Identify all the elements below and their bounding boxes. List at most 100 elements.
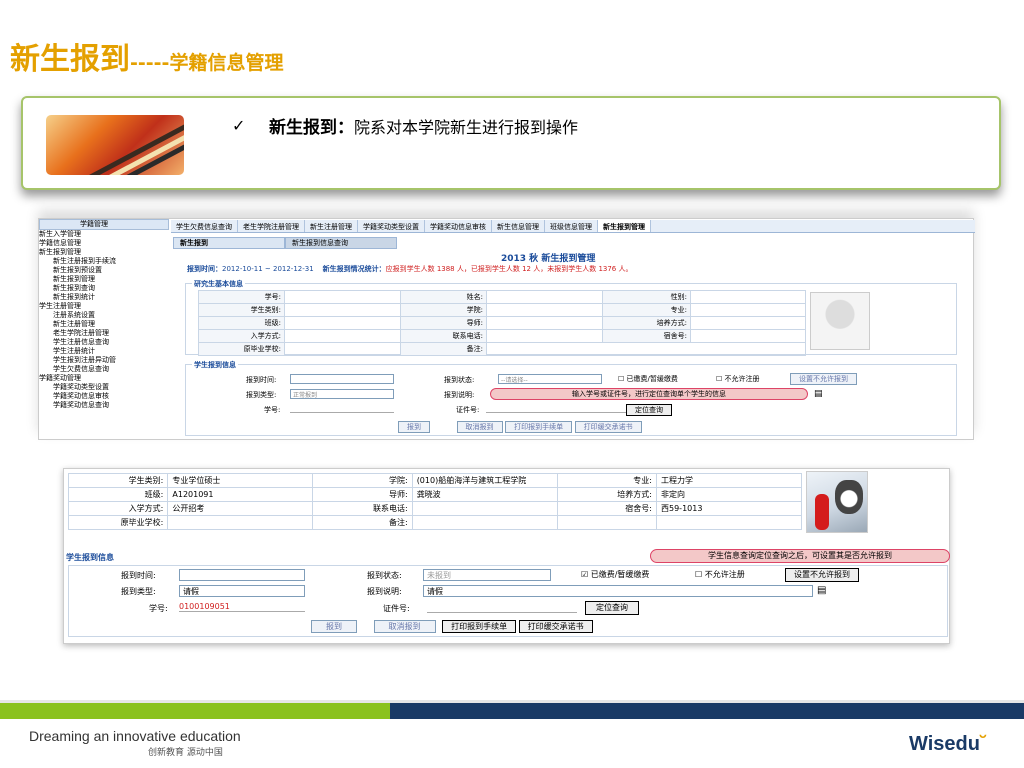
label-class: 班级: — [198, 316, 285, 330]
detail-set-disallow-button[interactable]: 设置不允许报到 — [785, 568, 859, 582]
detail-reg-status-label: 报到状态: — [367, 571, 402, 580]
reg-status-select[interactable]: --请选择-- — [498, 374, 602, 384]
reg-note-label: 报到说明: — [444, 391, 475, 399]
basic-info-table: 学号: 姓名: 性别: 学生类别: 学院: 专业: 班级: 导师: 培养方式: 入学方式: 联… — [198, 290, 806, 356]
nav-tree-item[interactable]: 新生报到管理 — [39, 275, 169, 284]
slide-title: 新生报到-----学籍信息管理 — [10, 34, 283, 78]
label-category: 学生类别: — [198, 303, 285, 317]
paid-checkbox[interactable]: ☐ 已缴费/暂缓缴费 — [618, 374, 678, 384]
nav-tree-items: 新生入学管理 学籍信息管理 新生报到管理 新生注册报到手续流 新生报到预设置 新生报到管理… — [39, 230, 169, 410]
detail-reg-status-select[interactable]: 未报到 — [423, 569, 551, 581]
subtab-query[interactable]: 新生报到信息查询 — [285, 237, 397, 249]
label-training: 培养方式: — [602, 316, 691, 330]
value-cell — [486, 303, 603, 317]
nav-tree-item[interactable]: 新生入学管理 — [39, 230, 169, 239]
cert-input[interactable] — [486, 412, 626, 413]
subtab-register[interactable]: 新生报到 — [173, 237, 285, 249]
nav-tree-item[interactable]: 学籍奖动类型设置 — [39, 383, 169, 392]
nav-tree-item[interactable]: 新生报到统计 — [39, 293, 169, 302]
value-cell — [486, 316, 603, 330]
detail-disallow-checkbox[interactable]: ☐ 不允许注册 — [695, 569, 745, 580]
nav-tree-item[interactable]: 新生注册报到手续流 — [39, 257, 169, 266]
reg-time-input[interactable] — [290, 374, 394, 384]
sid-label: 学号: — [264, 406, 281, 414]
tab-bar: 学生欠费信息查询 老生学院注册管理 新生注册管理 学籍奖动类型设置 学籍奖动信息审核 新生… — [171, 220, 975, 233]
nav-tree-item[interactable]: 学籍奖动管理 — [39, 374, 169, 383]
print-form-button[interactable]: 打印报到手续单 — [505, 421, 573, 433]
detail-reg-time-label: 报到时间: — [121, 571, 156, 580]
nav-tree-item[interactable]: 学籍信息管理 — [39, 239, 169, 248]
footer-slogan-cn: 创新教育 源动中国 — [148, 748, 223, 758]
footer-slogan: Dreaming an innovative education — [29, 728, 241, 744]
detail-cert-input[interactable] — [427, 612, 577, 613]
checkmark-icon: ✓ — [232, 116, 246, 135]
nav-tree-item[interactable]: 学生注册信息查询 — [39, 338, 169, 347]
reg-type-select[interactable]: 正常报到 — [290, 389, 394, 399]
detail-register-button[interactable]: 报到 — [311, 620, 357, 633]
period-value: 2012-10-11 ~ 2012-12-31 — [222, 265, 314, 273]
cancel-register-button[interactable]: 取消报到 — [456, 421, 503, 433]
nav-tree-item[interactable]: 学籍奖动信息查询 — [39, 401, 169, 410]
tab-item[interactable]: 新生注册管理 — [305, 220, 358, 232]
detail-label: 班级: — [67, 487, 169, 502]
nav-tree-item[interactable]: 新生报到查询 — [39, 284, 169, 293]
detail-locate-button[interactable]: 定位查询 — [585, 601, 639, 615]
detail-paid-checkbox[interactable]: ☑ 已缴费/暂缓缴费 — [581, 569, 649, 580]
tab-item[interactable]: 新生报到管理 — [598, 220, 651, 232]
label-sid: 学号: — [198, 290, 285, 304]
detail-reg-note-label: 报到说明: — [367, 587, 402, 596]
detail-paid-label: 已缴费/暂缓缴费 — [590, 570, 650, 579]
screenshot-registration-page: 学籍管理 新生入学管理 学籍信息管理 新生报到管理 新生注册报到手续流 新生报到预设置新… — [38, 218, 975, 440]
nav-tree-item[interactable]: 学生注册统计 — [39, 347, 169, 356]
nav-tree-item[interactable]: 新生注册管理 — [39, 320, 169, 329]
detail-reg-note-input[interactable]: 请假 — [423, 585, 813, 597]
tab-item[interactable]: 班级信息管理 — [545, 220, 598, 232]
detail-print-promise-button[interactable]: 打印缓交承诺书 — [518, 620, 593, 633]
nav-tree-item[interactable]: 新生报到管理 — [39, 248, 169, 257]
label-phone: 联系电话: — [400, 329, 487, 343]
tab-item[interactable]: 学籍奖动信息审核 — [425, 220, 492, 232]
value-cell — [284, 303, 401, 317]
disallow-checkbox[interactable]: ☐ 不允许注册 — [716, 374, 760, 384]
detail-reg-time-input[interactable] — [179, 569, 305, 581]
stats-label: 新生报到情况统计： — [322, 265, 386, 273]
nav-tree-item[interactable]: 学生注册管理 — [39, 302, 169, 311]
detail-value: 非定向 — [656, 487, 802, 502]
detail-cancel-register-button[interactable]: 取消报到 — [373, 620, 436, 633]
period-label: 报到时间： — [187, 265, 222, 273]
nav-tree: 学籍管理 新生入学管理 学籍信息管理 新生报到管理 新生注册报到手续流 新生报到预设置新… — [39, 219, 169, 439]
detail-value — [656, 515, 802, 530]
tab-item[interactable]: 新生信息管理 — [492, 220, 545, 232]
detail-label: 原毕业学校: — [67, 515, 169, 530]
reg-status-label: 报到状态: — [444, 376, 475, 384]
tab-item[interactable]: 老生学院注册管理 — [238, 220, 305, 232]
nav-tree-item[interactable]: 学籍奖动信息审核 — [39, 392, 169, 401]
locate-button[interactable]: 定位查询 — [626, 404, 672, 416]
value-cell — [690, 303, 806, 317]
basic-info-fieldset: 研究生基本信息 学号: 姓名: 性别: 学生类别: 学院: 专业: 班级: 导师: 培养方式… — [185, 279, 957, 356]
detail-print-form-button[interactable]: 打印报到手续单 — [442, 620, 517, 633]
detail-reg-type-select[interactable]: 请假 — [179, 585, 305, 597]
nav-tree-item[interactable]: 学生报到注册异动管 — [39, 356, 169, 365]
nav-tree-item[interactable]: 学生欠费信息查询 — [39, 365, 169, 374]
expand-icon[interactable]: ▤ — [814, 389, 823, 399]
label-gender: 性别: — [602, 290, 691, 304]
nav-tree-item[interactable]: 注册系统设置 — [39, 311, 169, 320]
register-button[interactable]: 报到 — [398, 421, 430, 433]
detail-label: 宿舍号: — [556, 501, 658, 516]
set-disallow-button[interactable]: 设置不允许报到 — [790, 373, 857, 385]
title-sub-text: 学籍信息管理 — [169, 52, 284, 74]
detail-value: A1201091 — [167, 487, 314, 502]
paid-label: 已缴费/暂缓缴费 — [626, 375, 678, 383]
detail-value: 专业学位硕士 — [167, 473, 314, 488]
detail-reg-legend: 学生报到信息 — [66, 553, 114, 562]
detail-expand-icon[interactable]: ▤ — [817, 585, 826, 596]
print-promise-button[interactable]: 打印缓交承诺书 — [574, 421, 642, 433]
tab-item[interactable]: 学籍奖动类型设置 — [358, 220, 425, 232]
nav-tree-item[interactable]: 新生报到预设置 — [39, 266, 169, 275]
nav-tree-item[interactable]: 老生学院注册管理 — [39, 329, 169, 338]
detail-sid-input[interactable]: 0100109051 — [179, 602, 305, 612]
tab-item[interactable]: 学生欠费信息查询 — [171, 220, 238, 232]
sid-input[interactable] — [290, 412, 394, 413]
footer-navy-bar — [390, 703, 1024, 719]
